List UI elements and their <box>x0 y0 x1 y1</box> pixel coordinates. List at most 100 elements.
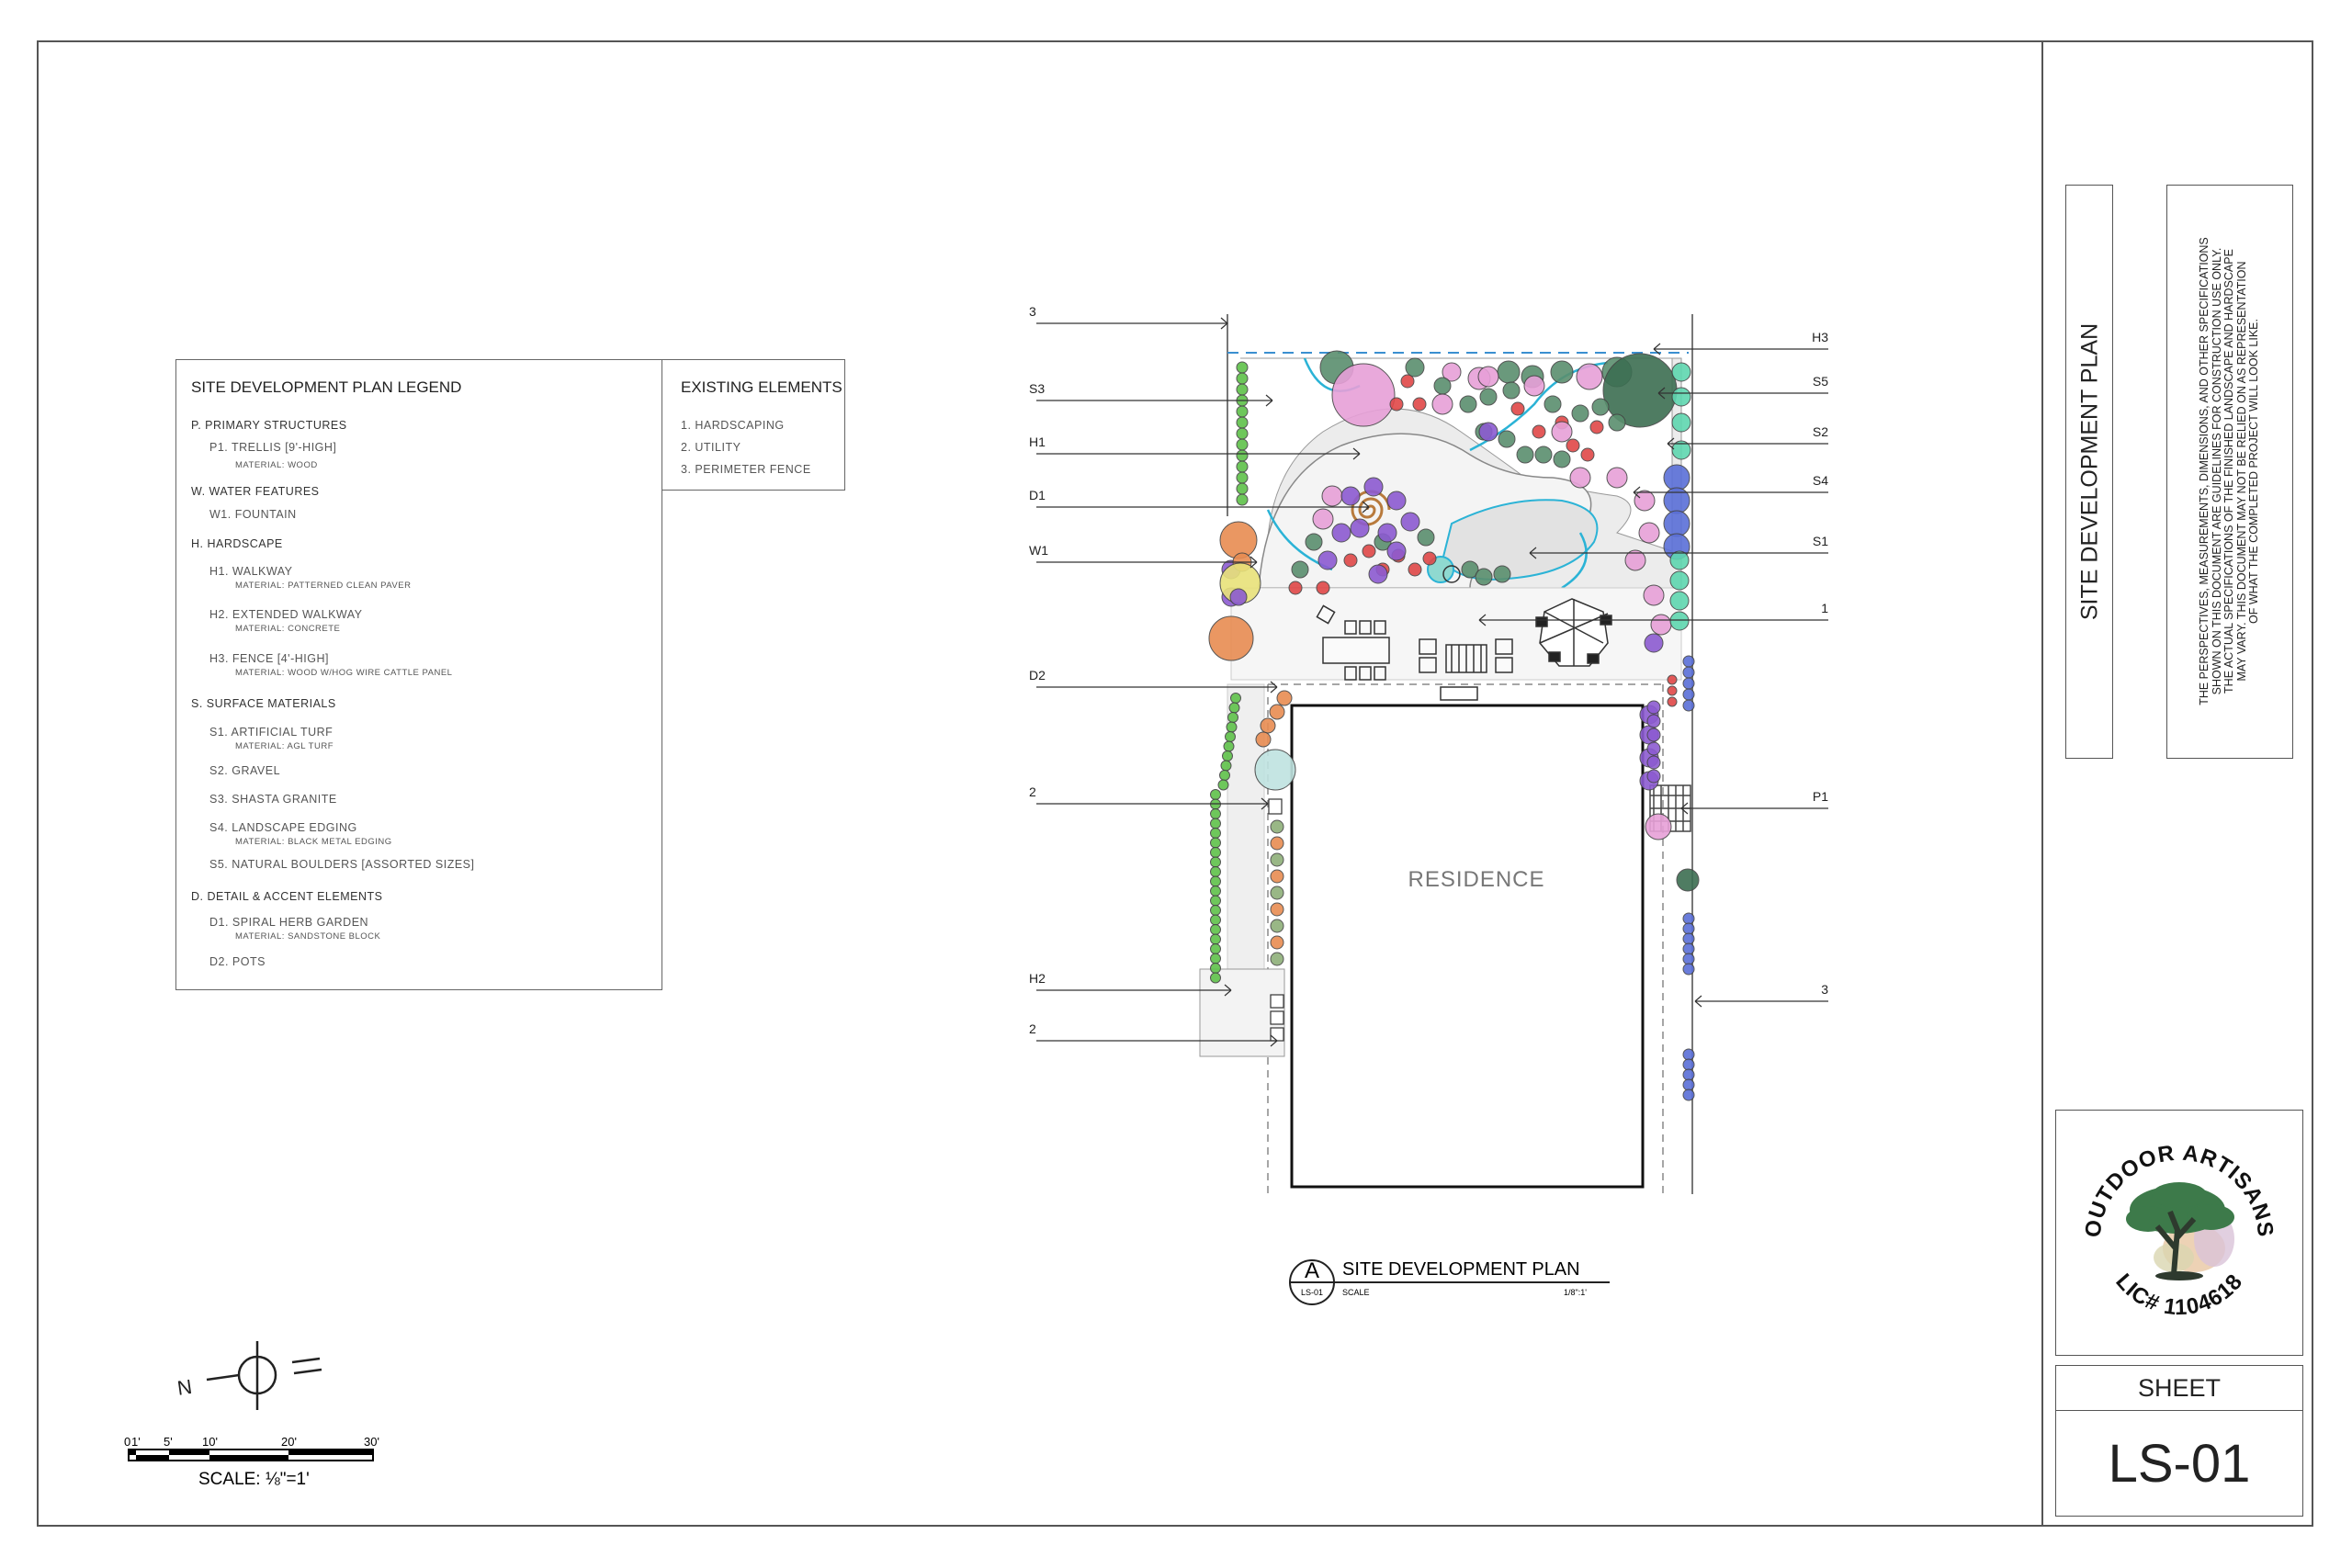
accent-shrub <box>1229 588 1248 606</box>
purple-shrub <box>1386 491 1407 511</box>
hedge-shrub <box>1236 383 1249 396</box>
hedge-shrub <box>1223 740 1235 752</box>
blue-shrub <box>1663 464 1690 491</box>
shrub <box>1671 387 1691 407</box>
pot-plant <box>1269 704 1285 720</box>
blue-shrub <box>1663 510 1690 537</box>
callout-label-left: D2 <box>1029 668 1046 682</box>
callout-label-right: S4 <box>1813 473 1828 488</box>
company-logo: OUTDOOR ARTISANS LIC# 1104618 <box>2081 1141 2278 1320</box>
blue-shrub <box>1682 922 1695 935</box>
hedge-shrub <box>1236 416 1249 429</box>
hedge-shrub <box>1210 924 1221 935</box>
purple-shrub <box>1400 512 1420 532</box>
blue-shrub <box>1682 655 1695 668</box>
shrub <box>1550 360 1574 384</box>
hedge-shrub <box>1236 482 1249 495</box>
purple-shrub <box>1644 633 1664 653</box>
sheet-number: LS-01 <box>2108 1434 2251 1494</box>
shrub <box>1576 363 1603 390</box>
red-accent-plant <box>1667 674 1678 685</box>
blue-shrub <box>1682 1058 1695 1071</box>
callout-label-left: H2 <box>1029 971 1046 986</box>
flowering-shrub <box>1606 467 1628 489</box>
shrub <box>1433 377 1452 395</box>
blue-shrub <box>1682 688 1695 701</box>
hedge-shrub <box>1236 460 1249 473</box>
red-accent-plant <box>1667 685 1678 696</box>
red-accent-plant <box>1400 374 1415 389</box>
callout-label-right: 1 <box>1821 601 1828 615</box>
blue-shrub <box>1682 666 1695 679</box>
callout-label-right: P1 <box>1813 789 1828 804</box>
hedge-shrub <box>1210 933 1221 945</box>
purple-shrub <box>1350 518 1370 538</box>
pot-plant <box>1260 717 1276 734</box>
red-accent-plant <box>1667 696 1678 707</box>
shrub <box>1591 398 1610 416</box>
disclaimer-note-box: THE PERSPECTIVES, MEASUREMENTS, DIMENSIO… <box>2166 185 2293 759</box>
shrub <box>1534 446 1553 464</box>
callout-label-left: 3 <box>1029 304 1036 319</box>
blue-shrub <box>1682 699 1695 712</box>
hedge-shrub <box>1236 372 1249 385</box>
hedge-shrub <box>1228 702 1240 714</box>
red-accent-plant <box>1422 551 1437 566</box>
hedge-shrub <box>1236 427 1249 440</box>
purple-shrub <box>1363 477 1384 497</box>
bench <box>1440 686 1478 701</box>
red-accent-plant <box>1532 424 1546 439</box>
shrub <box>1498 430 1516 448</box>
blue-shrub <box>1682 1078 1695 1091</box>
red-accent-plant <box>1316 581 1330 595</box>
shrub <box>1459 395 1477 413</box>
sheet-title-box: SITE DEVELOPMENT PLAN <box>2065 185 2113 759</box>
scale-tick-1: 1' <box>131 1435 141 1449</box>
graphic-scale-bar: 0 1' 5' 10' 20' 30' SCALE: ⅛"=1' <box>124 1435 379 1489</box>
callout-leader-line <box>1680 802 1689 809</box>
hedge-shrub <box>1236 449 1249 462</box>
callout-leader-line <box>1633 486 1641 493</box>
accent-shrub <box>1254 749 1296 791</box>
shrub <box>1493 565 1511 583</box>
callout-label-right: S5 <box>1813 374 1828 389</box>
hedge-shrub <box>1210 818 1221 829</box>
disclaimer-note: THE PERSPECTIVES, MEASUREMENTS, DIMENSIO… <box>2166 186 2293 757</box>
sheet-number-box: SHEET LS-01 <box>2055 1365 2303 1517</box>
disclaimer-line-3: THE ACTUAL SPECIFICATIONS OF THE FINISHE… <box>2222 249 2236 694</box>
purple-shrub <box>1340 486 1361 506</box>
flowering-shrub <box>1431 393 1453 415</box>
pot-plant <box>1270 886 1284 900</box>
residence-footprint <box>1290 704 1645 1189</box>
purple-shrub <box>1646 741 1661 756</box>
hedge-shrub <box>1225 731 1236 742</box>
sheet-title: SITE DEVELOPMENT PLAN <box>2076 322 2103 621</box>
purple-shrub <box>1646 769 1661 784</box>
hedge-shrub <box>1210 847 1221 858</box>
disclaimer-line-1: THE PERSPECTIVES, MEASUREMENTS, DIMENSIO… <box>2198 237 2211 705</box>
detail-sheet-ref: LS-01 <box>1301 1288 1323 1297</box>
oak-tree-icon <box>2126 1182 2234 1234</box>
flowering-shrub <box>1477 366 1499 388</box>
hedge-shrub <box>1236 493 1249 506</box>
shrub <box>1544 395 1562 413</box>
callout-label-left: H1 <box>1029 434 1046 449</box>
shrub <box>1497 360 1521 384</box>
shrub <box>1502 381 1521 400</box>
hedge-shrub <box>1226 721 1238 733</box>
hedge-shrub <box>1210 789 1221 800</box>
site-plan-drawing: RESIDENCE 3S3H1D1W1D22H22H3S5S2S4S11P13 … <box>124 304 1828 1489</box>
blue-shrub <box>1682 677 1695 690</box>
purple-shrub <box>1386 541 1407 561</box>
flowering-shrub <box>1569 467 1591 489</box>
blue-shrub <box>1682 1048 1695 1061</box>
callout-label-left: W1 <box>1029 543 1048 558</box>
callout-leader-line <box>1653 343 1661 350</box>
hedge-shrub <box>1210 905 1221 916</box>
flowering-shrub <box>1634 490 1656 512</box>
hedge-shrub <box>1219 770 1230 781</box>
purple-shrub <box>1646 700 1661 715</box>
callout-leader-line <box>1265 394 1273 401</box>
shrub <box>1669 570 1690 591</box>
purple-shrub <box>1368 564 1388 584</box>
